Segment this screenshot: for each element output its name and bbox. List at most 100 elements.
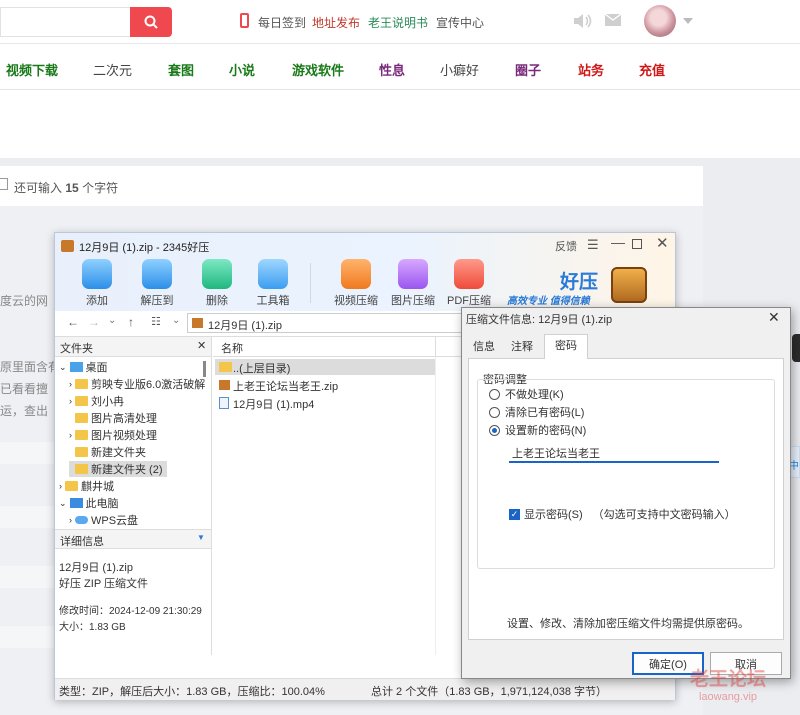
char-count-suffix: 个字符 xyxy=(82,181,119,195)
tree-item-label: 图片高清处理 xyxy=(91,413,157,425)
tree-item[interactable]: ›图片高清处理 xyxy=(69,410,157,426)
address-publish-link[interactable]: 地址发布 xyxy=(312,14,360,31)
file-row[interactable]: ..(上层目录) xyxy=(215,359,435,375)
password-input[interactable]: 上老王论坛当老王 xyxy=(509,443,719,463)
extract-button[interactable]: 解压到 xyxy=(135,259,179,308)
nav-item[interactable]: 站务 xyxy=(578,60,604,79)
top-bar: 每日签到 地址发布 老王说明书 宣传中心 xyxy=(0,0,800,44)
tree-item[interactable]: ›新建文件夹 xyxy=(69,444,146,460)
tree-item-this-pc[interactable]: ⌄ 此电脑 xyxy=(59,495,119,511)
status-left: 类型：ZIP，解压后大小：1.83 GB，压缩比：100.04% xyxy=(59,686,325,698)
checkin-link[interactable]: 每日签到 xyxy=(258,14,306,31)
video-icon xyxy=(341,259,371,289)
bg-text: 度云的网 xyxy=(0,294,49,308)
zip-title: 12月9日 (1).zip - 2345好压 xyxy=(79,242,210,254)
image-icon xyxy=(398,259,428,289)
radio-selected[interactable] xyxy=(489,424,500,436)
tab-comment[interactable]: 注释 xyxy=(506,336,538,358)
mail-icon[interactable] xyxy=(605,14,621,26)
forward-icon[interactable]: → xyxy=(88,315,100,329)
back-icon[interactable]: ← xyxy=(67,315,79,329)
collapse-icon[interactable]: ▼ xyxy=(197,533,205,542)
search-input[interactable] xyxy=(0,7,130,37)
option-set-password[interactable]: 设置新的密码(N) xyxy=(489,422,586,438)
tree-item[interactable]: › WPS云盘 xyxy=(69,512,138,528)
history-chevron-icon[interactable]: ⌄ xyxy=(108,315,116,326)
desktop-icon xyxy=(69,362,83,372)
avatar[interactable] xyxy=(644,5,676,37)
detail-header-label: 详细信息 xyxy=(60,536,104,548)
tree-item[interactable]: › 刘小冉 xyxy=(69,393,124,409)
tree-item[interactable]: › 麒井城 xyxy=(59,478,114,494)
radio[interactable] xyxy=(489,388,500,400)
close-icon[interactable]: ✕ xyxy=(768,309,780,326)
add-label: 添加 xyxy=(86,295,108,307)
cloud-icon xyxy=(75,516,88,524)
delete-button[interactable]: 删除 xyxy=(195,259,239,308)
chevron-down-icon[interactable] xyxy=(683,18,693,24)
nav-item[interactable]: 游戏软件 xyxy=(292,60,344,79)
feedback-link[interactable]: 反馈 xyxy=(555,238,577,254)
minimize-icon[interactable]: — xyxy=(611,234,625,250)
add-button[interactable]: 添加 xyxy=(75,259,119,308)
tree-scrollbar[interactable] xyxy=(203,361,206,377)
brand-logo xyxy=(611,267,647,303)
option-clear-password[interactable]: 清除已有密码(L) xyxy=(489,404,584,420)
main-nav: 视频下载 二次元 套图 小说 游戏软件 性息 小癖好 圈子 站务 充值 xyxy=(0,44,800,90)
show-password-checkbox[interactable]: ✓ 显示密码(S) （勾选可支持中文密码输入） xyxy=(509,506,736,522)
bg-stripe xyxy=(0,506,60,528)
toolbox-button[interactable]: 工具箱 xyxy=(251,259,295,308)
file-name: 上老王论坛当老王.zip xyxy=(233,381,339,393)
tree-item-desktop[interactable]: ⌄ 桌面 xyxy=(59,359,108,375)
tree-item[interactable]: › 图片视频处理 xyxy=(69,427,157,443)
nav-item[interactable]: 套图 xyxy=(168,60,194,79)
folder-icon xyxy=(75,430,88,440)
tab-info[interactable]: 信息 xyxy=(468,336,500,358)
tree-item-selected[interactable]: ›新建文件夹 (2) xyxy=(69,461,167,477)
dialog-title: 压缩文件信息: 12月9日 (1).zip xyxy=(466,314,613,326)
file-row[interactable]: 上老王论坛当老王.zip xyxy=(215,377,435,393)
brand-slogan: 高效专业 值得信赖 xyxy=(507,296,590,307)
show-password-label: 显示密码(S) xyxy=(524,509,583,521)
image-compress-button[interactable]: 图片压缩 xyxy=(385,259,441,308)
up-icon[interactable]: ↑ xyxy=(128,315,134,329)
side-widget[interactable] xyxy=(792,334,800,362)
nav-item[interactable]: 小说 xyxy=(229,60,255,79)
extract-icon xyxy=(142,259,172,289)
close-icon[interactable]: ✕ xyxy=(656,234,669,252)
search-button[interactable] xyxy=(130,7,172,37)
toolbox-icon xyxy=(258,259,288,289)
char-count-bar: 还可输入 15 个字符 xyxy=(0,166,703,206)
speaker-icon[interactable] xyxy=(572,13,592,29)
video-compress-button[interactable]: 视频压缩 xyxy=(328,259,384,308)
maximize-icon[interactable] xyxy=(632,239,642,249)
view-icon[interactable]: ☷ xyxy=(151,315,161,328)
folder-icon xyxy=(75,396,88,406)
checkbox[interactable] xyxy=(0,178,8,190)
nav-item[interactable]: 小癖好 xyxy=(440,60,479,79)
nav-item[interactable]: 圈子 xyxy=(515,60,541,79)
nav-item[interactable]: 二次元 xyxy=(93,60,132,79)
zip-file-icon xyxy=(219,380,230,390)
view-chevron-icon[interactable]: ⌄ xyxy=(172,315,180,326)
address-field[interactable]: 12月9日 (1).zip xyxy=(187,313,475,333)
close-icon[interactable]: ✕ xyxy=(197,339,206,352)
manual-link[interactable]: 老王说明书 xyxy=(368,14,428,31)
nav-item[interactable]: 视频下载 xyxy=(6,60,58,79)
detail-mtime: 修改时间：2024-12-09 21:30:29 xyxy=(59,606,202,617)
file-row[interactable]: 12月9日 (1).mp4 xyxy=(215,395,435,411)
menu-icon[interactable]: ☰ xyxy=(587,237,599,253)
tab-password[interactable]: 密码 xyxy=(544,334,588,359)
radio[interactable] xyxy=(489,406,500,418)
promo-center-link[interactable]: 宣传中心 xyxy=(436,14,484,31)
nav-item[interactable]: 充值 xyxy=(639,60,665,79)
tree-item-label: WPS云盘 xyxy=(91,515,139,527)
option-no-change[interactable]: 不做处理(K) xyxy=(489,386,564,402)
pdf-compress-button[interactable]: PDF压缩 xyxy=(441,259,497,308)
list-header-label[interactable]: 名称 xyxy=(221,340,243,356)
tree-item-label: 新建文件夹 xyxy=(91,447,146,459)
tree-item[interactable]: › 剪映专业版6.0激活破解 xyxy=(69,376,205,392)
checkbox-checked[interactable]: ✓ xyxy=(509,508,520,520)
phone-icon xyxy=(240,13,249,28)
nav-item[interactable]: 性息 xyxy=(379,60,405,79)
